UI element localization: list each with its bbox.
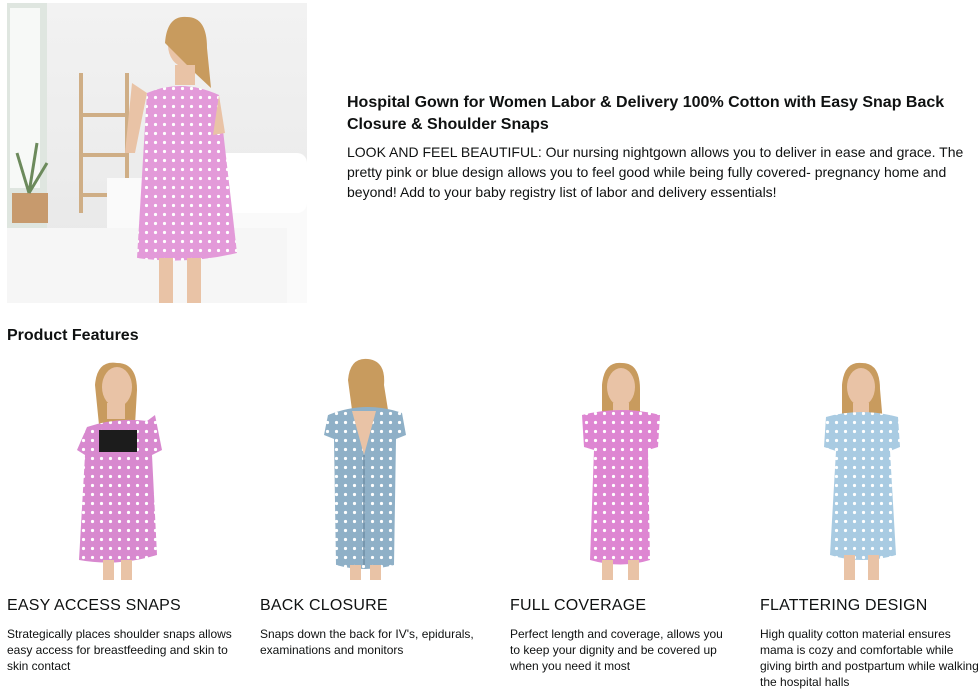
feature-heading: FLATTERING DESIGN	[760, 597, 928, 614]
gown-flattering-design-photo	[824, 362, 900, 580]
gown-full-coverage-photo	[582, 362, 660, 580]
feature-image[interactable]	[7, 355, 232, 580]
gown-front-open-photo	[77, 362, 162, 580]
product-features-heading: Product Features	[7, 327, 139, 344]
feature-card: BACK CLOSURE Snaps down the back for IV'…	[260, 355, 485, 658]
hero-product-image[interactable]	[7, 3, 307, 303]
feature-card: FLATTERING DESIGN High quality cotton ma…	[760, 355, 980, 690]
feature-image[interactable]	[510, 355, 735, 580]
feature-description: High quality cotton material ensures mam…	[760, 627, 979, 689]
feature-image[interactable]	[760, 355, 980, 580]
feature-description: Snaps down the back for IV's, epidurals,…	[260, 627, 474, 657]
feature-heading: BACK CLOSURE	[260, 597, 388, 614]
hero-text-block: Hospital Gown for Women Labor & Delivery…	[347, 92, 972, 202]
gown-back-closure-photo	[324, 358, 406, 580]
product-title: Hospital Gown for Women Labor & Delivery…	[347, 94, 945, 133]
feature-card: FULL COVERAGE Perfect length and coverag…	[510, 355, 735, 674]
feature-card: EASY ACCESS SNAPS Strategically places s…	[7, 355, 232, 674]
feature-description: Perfect length and coverage, allows you …	[510, 627, 723, 673]
feature-heading: EASY ACCESS SNAPS	[7, 597, 181, 614]
product-description: LOOK AND FEEL BEAUTIFUL: Our nursing nig…	[347, 144, 964, 200]
feature-description: Strategically places shoulder snaps allo…	[7, 627, 232, 673]
feature-heading: FULL COVERAGE	[510, 597, 647, 614]
hero-photo	[7, 3, 307, 303]
feature-image[interactable]	[260, 355, 485, 580]
